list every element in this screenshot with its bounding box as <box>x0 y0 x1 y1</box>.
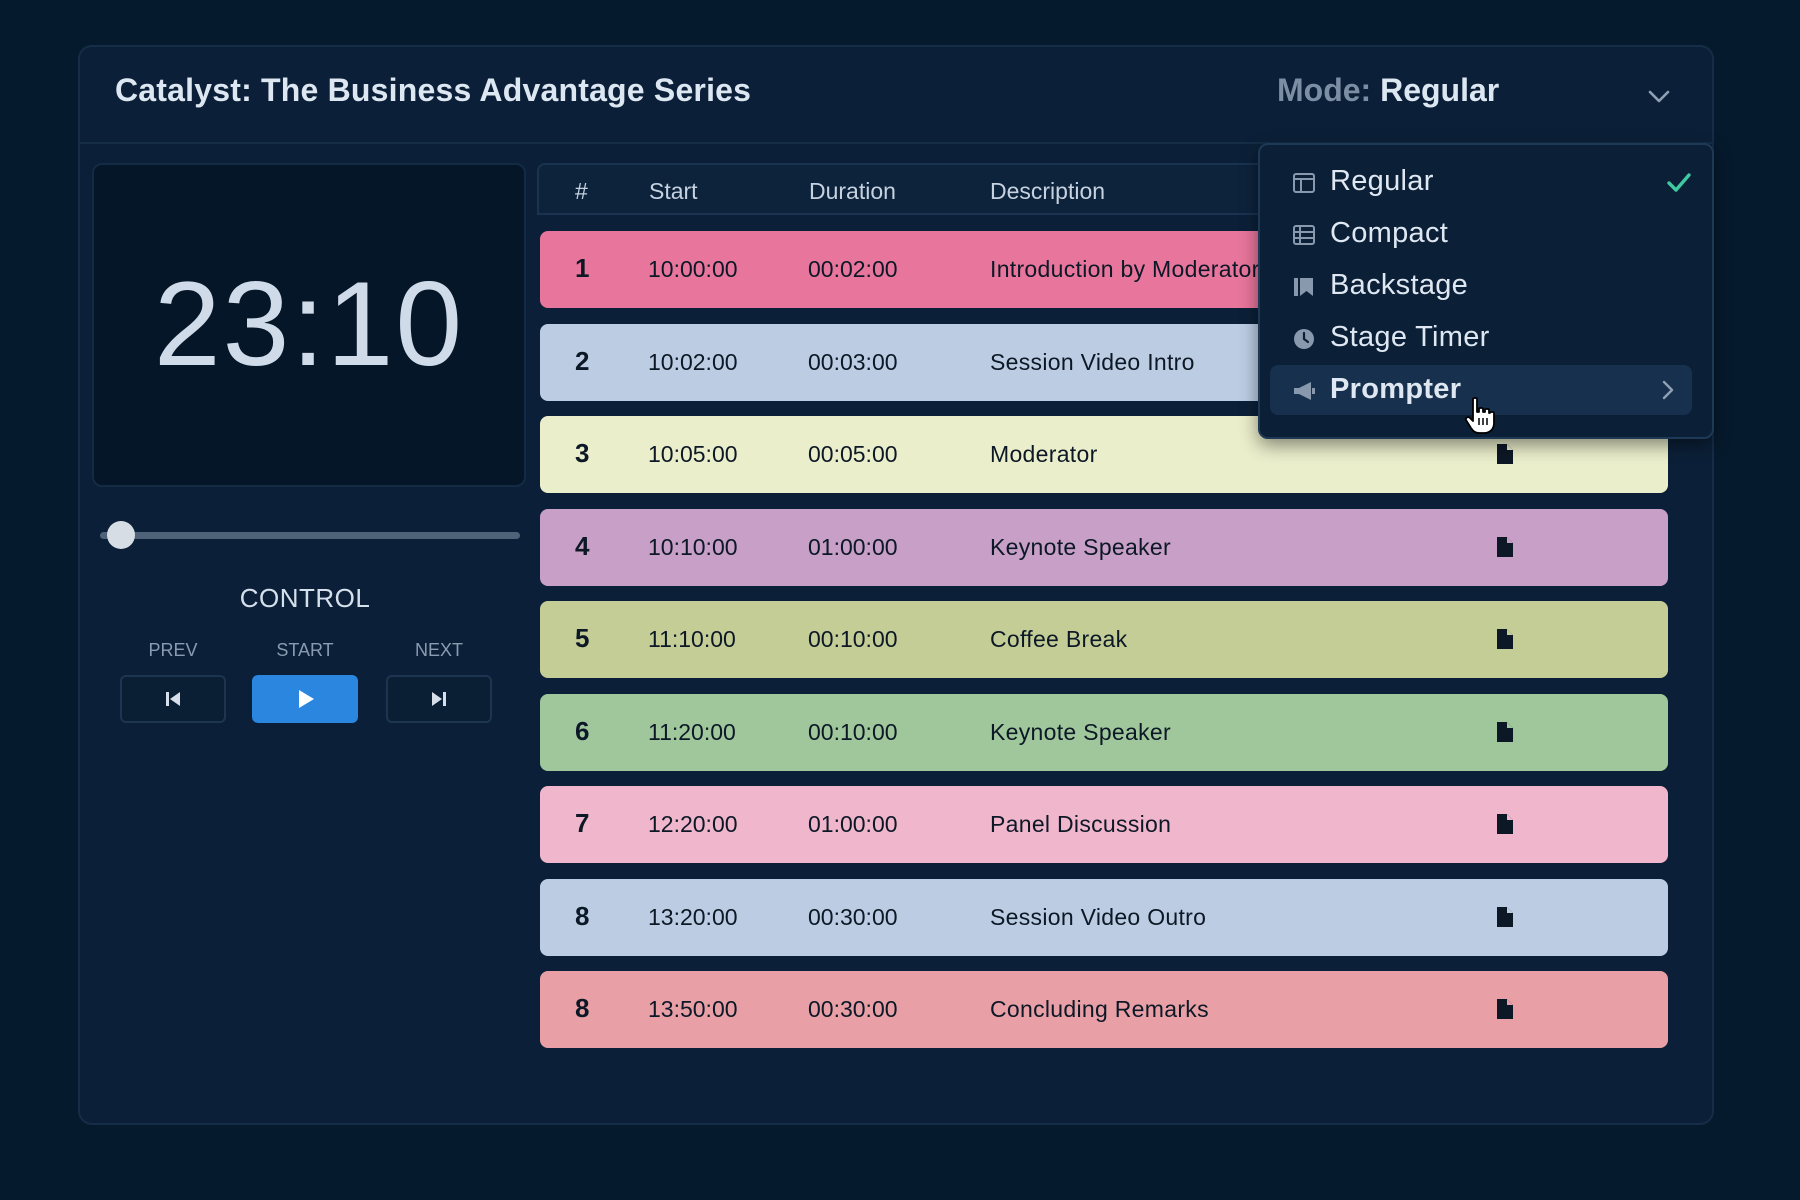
document-icon[interactable] <box>1496 628 1514 650</box>
col-duration: Duration <box>809 178 896 204</box>
row-number: 2 <box>575 346 590 376</box>
document-icon[interactable] <box>1496 813 1514 835</box>
menu-item-label: Compact <box>1330 217 1449 249</box>
clock-display: 23:10 <box>92 163 526 487</box>
row-number: 7 <box>575 808 590 838</box>
bookmark-icon <box>1294 278 1313 296</box>
document-icon[interactable] <box>1496 536 1514 558</box>
row-start: 10:10:00 <box>648 534 738 560</box>
document-icon[interactable] <box>1496 443 1514 465</box>
table-row[interactable]: 6 11:20:00 00:10:00 Keynote Speaker <box>540 694 1668 771</box>
next-label: NEXT <box>414 640 463 660</box>
prev-button[interactable] <box>120 675 226 723</box>
row-number: 6 <box>575 716 590 746</box>
row-number: 3 <box>575 438 590 468</box>
mode-value: Regular <box>1380 72 1500 108</box>
mode-selector[interactable]: Mode: Regular <box>1277 72 1499 109</box>
row-description: Session Video Intro <box>990 349 1195 375</box>
row-description: Keynote Speaker <box>990 534 1171 560</box>
document-icon[interactable] <box>1496 721 1514 743</box>
row-start: 11:20:00 <box>648 719 736 745</box>
menu-item-label: Prompter <box>1330 373 1462 405</box>
row-number: 1 <box>575 253 590 283</box>
row-start: 10:00:00 <box>648 256 738 282</box>
col-description: Description <box>990 178 1106 204</box>
start-label: START <box>276 640 334 660</box>
start-button[interactable] <box>252 675 358 723</box>
skip-back-icon <box>166 692 180 706</box>
progress-slider-track[interactable] <box>100 532 520 539</box>
chevron-down-icon[interactable] <box>1646 83 1672 109</box>
document-icon[interactable] <box>1496 998 1514 1020</box>
skip-forward-icon <box>432 692 446 706</box>
row-start: 13:50:00 <box>648 996 738 1022</box>
row-duration: 00:30:00 <box>808 996 898 1022</box>
mode-dropdown-menu: Regular Compact Backstage Stage Timer Pr… <box>1258 143 1714 439</box>
table-row[interactable]: 8 13:20:00 00:30:00 Session Video Outro <box>540 879 1668 956</box>
control-title: CONTROL <box>239 583 371 613</box>
row-description: Keynote Speaker <box>990 719 1171 745</box>
row-duration: 01:00:00 <box>808 811 898 837</box>
chevron-right-icon <box>1662 380 1674 400</box>
col-start: Start <box>649 178 698 204</box>
progress-slider-thumb[interactable] <box>107 521 135 549</box>
row-duration: 00:03:00 <box>808 349 898 375</box>
row-description: Panel Discussion <box>990 811 1172 837</box>
row-start: 10:05:00 <box>648 441 738 467</box>
mode-label: Mode: <box>1277 72 1372 108</box>
menu-item-compact[interactable]: Compact <box>1270 209 1692 259</box>
table-icon <box>1293 225 1315 245</box>
prev-label: PREV <box>148 640 198 660</box>
menu-item-label: Regular <box>1330 165 1434 197</box>
table-row[interactable]: 5 11:10:00 00:10:00 Coffee Break <box>540 601 1668 678</box>
col-number: # <box>575 178 588 204</box>
menu-item-stage-timer[interactable]: Stage Timer <box>1270 313 1692 363</box>
table-header: # Start Duration Description <box>537 163 1267 215</box>
row-duration: 00:10:00 <box>808 626 898 652</box>
page-title: Catalyst: The Business Advantage Series <box>115 72 752 108</box>
layout-icon <box>1293 173 1315 193</box>
document-icon[interactable] <box>1496 906 1514 928</box>
row-description: Moderator <box>990 441 1098 467</box>
row-duration: 01:00:00 <box>808 534 898 560</box>
row-start: 11:10:00 <box>648 626 736 652</box>
row-duration: 00:02:00 <box>808 256 898 282</box>
clock-time: 23:10 <box>153 257 465 391</box>
row-duration: 00:10:00 <box>808 719 898 745</box>
menu-item-backstage[interactable]: Backstage <box>1270 261 1692 311</box>
row-start: 13:20:00 <box>648 904 738 930</box>
row-duration: 00:30:00 <box>808 904 898 930</box>
row-description: Coffee Break <box>990 626 1128 652</box>
row-number: 4 <box>575 531 590 561</box>
row-duration: 00:05:00 <box>808 441 898 467</box>
table-row[interactable]: 7 12:20:00 01:00:00 Panel Discussion <box>540 786 1668 863</box>
clock-icon <box>1294 329 1314 349</box>
row-number: 5 <box>575 623 590 653</box>
row-description: Introduction by Moderator <box>990 256 1260 282</box>
table-row[interactable]: 8 13:50:00 00:30:00 Concluding Remarks <box>540 971 1668 1048</box>
check-icon <box>1667 173 1691 192</box>
row-number: 8 <box>575 901 590 931</box>
hand-cursor-icon <box>1464 396 1495 434</box>
megaphone-icon <box>1294 382 1315 400</box>
next-button[interactable] <box>386 675 492 723</box>
row-number: 8 <box>575 993 590 1023</box>
play-icon <box>299 690 314 708</box>
menu-item-regular[interactable]: Regular <box>1270 157 1692 207</box>
row-description: Session Video Outro <box>990 904 1207 930</box>
row-start: 12:20:00 <box>648 811 738 837</box>
menu-item-label: Stage Timer <box>1330 321 1490 353</box>
menu-item-label: Backstage <box>1330 269 1469 301</box>
table-row[interactable]: 4 10:10:00 01:00:00 Keynote Speaker <box>540 509 1668 586</box>
header: Catalyst: The Business Advantage Series … <box>78 45 1714 143</box>
row-start: 10:02:00 <box>648 349 738 375</box>
row-description: Concluding Remarks <box>990 996 1209 1022</box>
